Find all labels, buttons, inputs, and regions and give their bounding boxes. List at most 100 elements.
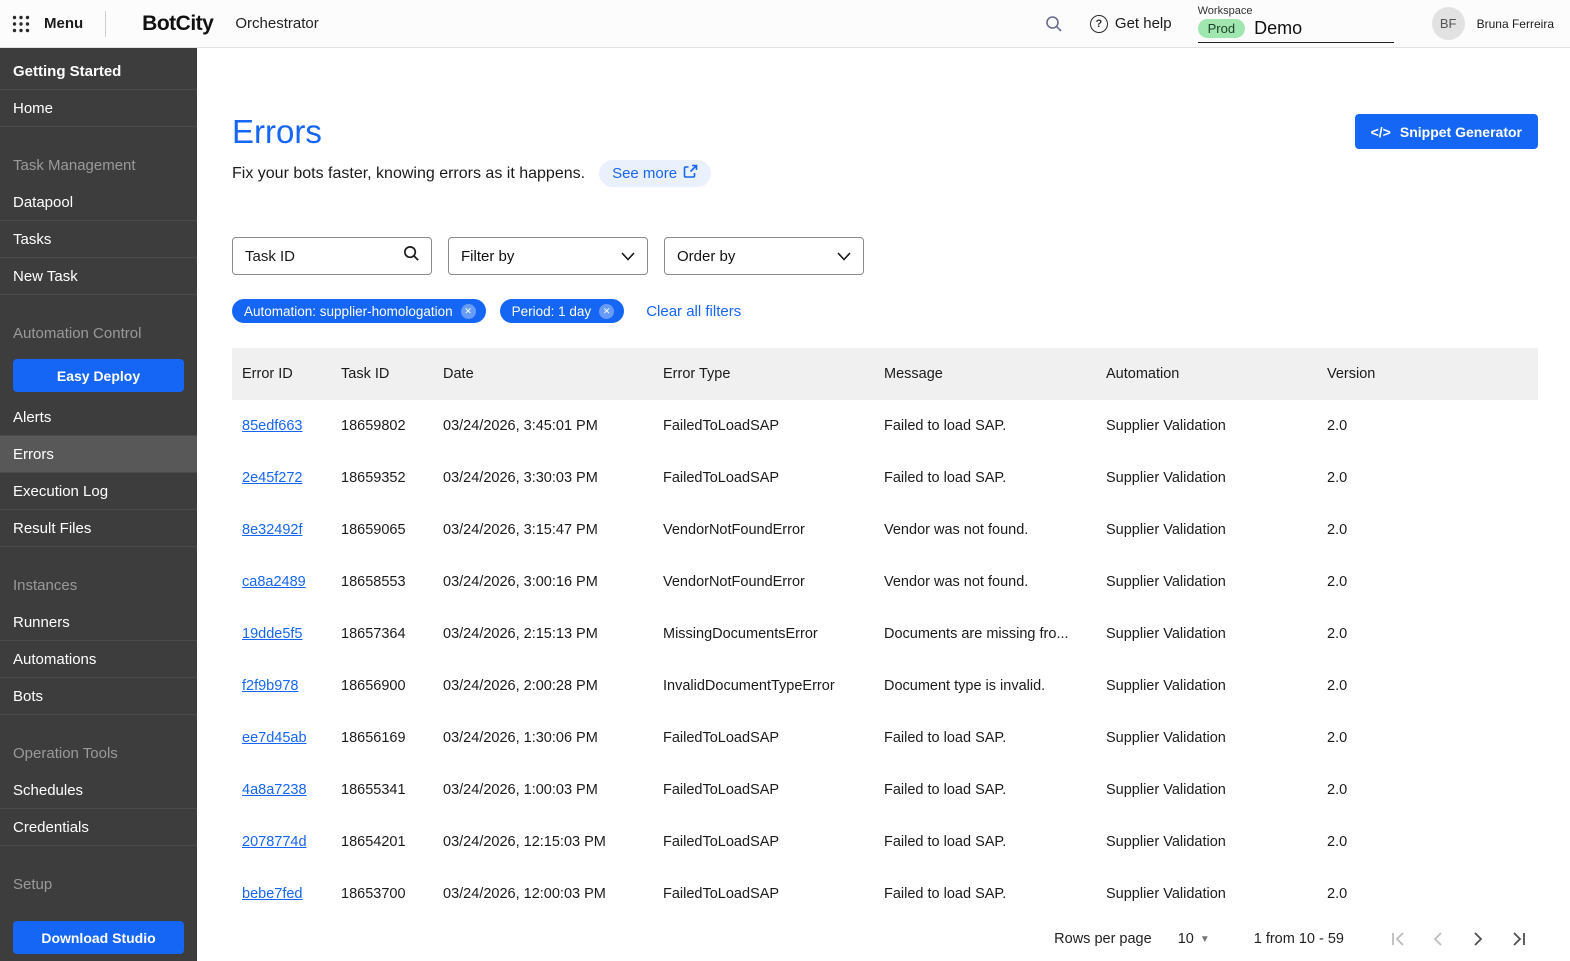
cell-version: 2.0 — [1317, 522, 1538, 538]
column-header-error-type: Error Type — [653, 366, 874, 382]
error-id-link[interactable]: ca8a2489 — [242, 574, 306, 590]
column-header-version: Version — [1317, 366, 1538, 382]
page-title: Errors — [232, 114, 711, 150]
error-id-link[interactable]: 85edf663 — [242, 418, 302, 434]
cell-error-type: FailedToLoadSAP — [653, 782, 874, 798]
order-by-dropdown[interactable]: Order by — [664, 237, 864, 275]
cell-task-id: 18653700 — [331, 886, 433, 902]
workspace-selector[interactable]: Workspace Prod Demo — [1198, 5, 1394, 43]
cell-error-id: ca8a2489 — [232, 574, 331, 590]
cell-task-id: 18659802 — [331, 418, 433, 434]
error-id-link[interactable]: bebe7fed — [242, 886, 302, 902]
sidebar-item-bots[interactable]: Bots — [0, 678, 197, 715]
table-body: 85edf663 18659802 03/24/2026, 3:45:01 PM… — [232, 400, 1538, 920]
error-id-link[interactable]: 19dde5f5 — [242, 626, 302, 642]
cell-automation: Supplier Validation — [1096, 574, 1317, 590]
table-row: 2e45f272 18659352 03/24/2026, 3:30:03 PM… — [232, 452, 1538, 504]
user-name: Bruna Ferreira — [1477, 17, 1554, 31]
error-id-link[interactable]: 4a8a7238 — [242, 782, 307, 798]
table-row: ca8a2489 18658553 03/24/2026, 3:00:16 PM… — [232, 556, 1538, 608]
snippet-generator-button[interactable]: </> Snippet Generator — [1355, 114, 1538, 149]
table-row: 85edf663 18659802 03/24/2026, 3:45:01 PM… — [232, 400, 1538, 452]
cell-message: Vendor was not found. — [874, 522, 1096, 538]
error-id-link[interactable]: 2e45f272 — [242, 470, 302, 486]
user-menu[interactable]: BF Bruna Ferreira — [1432, 7, 1554, 40]
sidebar-heading-instances: Instances — [0, 567, 197, 604]
search-icon-small[interactable] — [402, 244, 421, 268]
cell-task-id: 18656900 — [331, 678, 433, 694]
filter-chip-period: Period: 1 day ✕ — [500, 299, 625, 323]
table-row: ee7d45ab 18656169 03/24/2026, 1:30:06 PM… — [232, 712, 1538, 764]
table-header: Error ID Task ID Date Error Type Message… — [232, 348, 1538, 400]
column-header-message: Message — [874, 366, 1096, 382]
cell-version: 2.0 — [1317, 886, 1538, 902]
cell-message: Failed to load SAP. — [874, 730, 1096, 746]
cell-error-type: VendorNotFoundError — [653, 522, 874, 538]
sidebar-item-tasks[interactable]: Tasks — [0, 221, 197, 258]
error-id-link[interactable]: 8e32492f — [242, 522, 302, 538]
clear-all-filters-link[interactable]: Clear all filters — [646, 303, 741, 320]
error-id-link[interactable]: f2f9b978 — [242, 678, 298, 694]
filter-chip-label: Period: 1 day — [512, 304, 592, 319]
cell-error-type: MissingDocumentsError — [653, 626, 874, 642]
cell-error-id: 2078774d — [232, 834, 331, 850]
order-by-label: Order by — [677, 248, 735, 265]
sidebar-item-result-files[interactable]: Result Files — [0, 510, 197, 547]
sidebar-item-new-task[interactable]: New Task — [0, 258, 197, 295]
cell-version: 2.0 — [1317, 678, 1538, 694]
get-help-button[interactable]: ? Get help — [1090, 15, 1172, 33]
sidebar-item-errors[interactable]: Errors — [0, 436, 197, 473]
menu-button[interactable]: Menu — [44, 15, 83, 32]
cell-message: Failed to load SAP. — [874, 834, 1096, 850]
previous-page-button[interactable] — [1418, 925, 1458, 953]
sidebar-item-credentials[interactable]: Credentials — [0, 809, 197, 846]
cell-date: 03/24/2026, 2:15:13 PM — [433, 626, 653, 642]
cell-message: Failed to load SAP. — [874, 470, 1096, 486]
table-row: bebe7fed 18653700 03/24/2026, 12:00:03 P… — [232, 868, 1538, 920]
sidebar-item-alerts[interactable]: Alerts — [0, 399, 197, 436]
cell-date: 03/24/2026, 1:00:03 PM — [433, 782, 653, 798]
page-subtitle: Fix your bots faster, knowing errors as … — [232, 165, 585, 183]
download-studio-button[interactable]: Download Studio — [13, 921, 184, 954]
pagination-range: 1 from 10 - 59 — [1254, 931, 1344, 947]
filter-bar: Filter by Order by — [232, 237, 1538, 275]
close-icon[interactable]: ✕ — [599, 304, 614, 319]
sidebar-item-automations[interactable]: Automations — [0, 641, 197, 678]
cell-version: 2.0 — [1317, 470, 1538, 486]
close-icon[interactable]: ✕ — [461, 304, 476, 319]
see-more-link[interactable]: See more — [599, 160, 711, 187]
sidebar-item-schedules[interactable]: Schedules — [0, 772, 197, 809]
sidebar-item-execution-log[interactable]: Execution Log — [0, 473, 197, 510]
cell-automation: Supplier Validation — [1096, 522, 1317, 538]
product-name: Orchestrator — [235, 15, 318, 32]
task-id-input[interactable] — [245, 248, 402, 265]
next-page-button[interactable] — [1458, 925, 1498, 953]
cell-date: 03/24/2026, 12:15:03 PM — [433, 834, 653, 850]
cell-task-id: 18654201 — [331, 834, 433, 850]
cell-error-type: FailedToLoadSAP — [653, 834, 874, 850]
env-badge: Prod — [1198, 19, 1245, 38]
active-filters: Automation: supplier-homologation ✕ Peri… — [232, 299, 1538, 323]
apps-grid-icon[interactable] — [12, 15, 30, 33]
search-icon[interactable] — [1044, 14, 1064, 34]
rows-per-page-dropdown[interactable]: 10 ▼ — [1178, 931, 1210, 947]
sidebar-item-home[interactable]: Home — [0, 90, 197, 127]
sidebar-item-runners[interactable]: Runners — [0, 604, 197, 641]
cell-message: Vendor was not found. — [874, 574, 1096, 590]
last-page-button[interactable] — [1498, 925, 1538, 953]
error-id-link[interactable]: 2078774d — [242, 834, 307, 850]
caret-down-icon: ▼ — [1200, 934, 1210, 945]
sidebar-item-datapool[interactable]: Datapool — [0, 184, 197, 221]
cell-automation: Supplier Validation — [1096, 626, 1317, 642]
code-icon: </> — [1371, 124, 1391, 140]
error-id-link[interactable]: ee7d45ab — [242, 730, 307, 746]
easy-deploy-button[interactable]: Easy Deploy — [13, 359, 184, 392]
cell-error-id: 4a8a7238 — [232, 782, 331, 798]
workspace-name: Demo — [1254, 18, 1302, 39]
cell-date: 03/24/2026, 3:00:16 PM — [433, 574, 653, 590]
sidebar: Getting Started Home Task Management Dat… — [0, 48, 197, 961]
cell-automation: Supplier Validation — [1096, 470, 1317, 486]
first-page-button[interactable] — [1378, 925, 1418, 953]
cell-version: 2.0 — [1317, 626, 1538, 642]
filter-by-dropdown[interactable]: Filter by — [448, 237, 648, 275]
